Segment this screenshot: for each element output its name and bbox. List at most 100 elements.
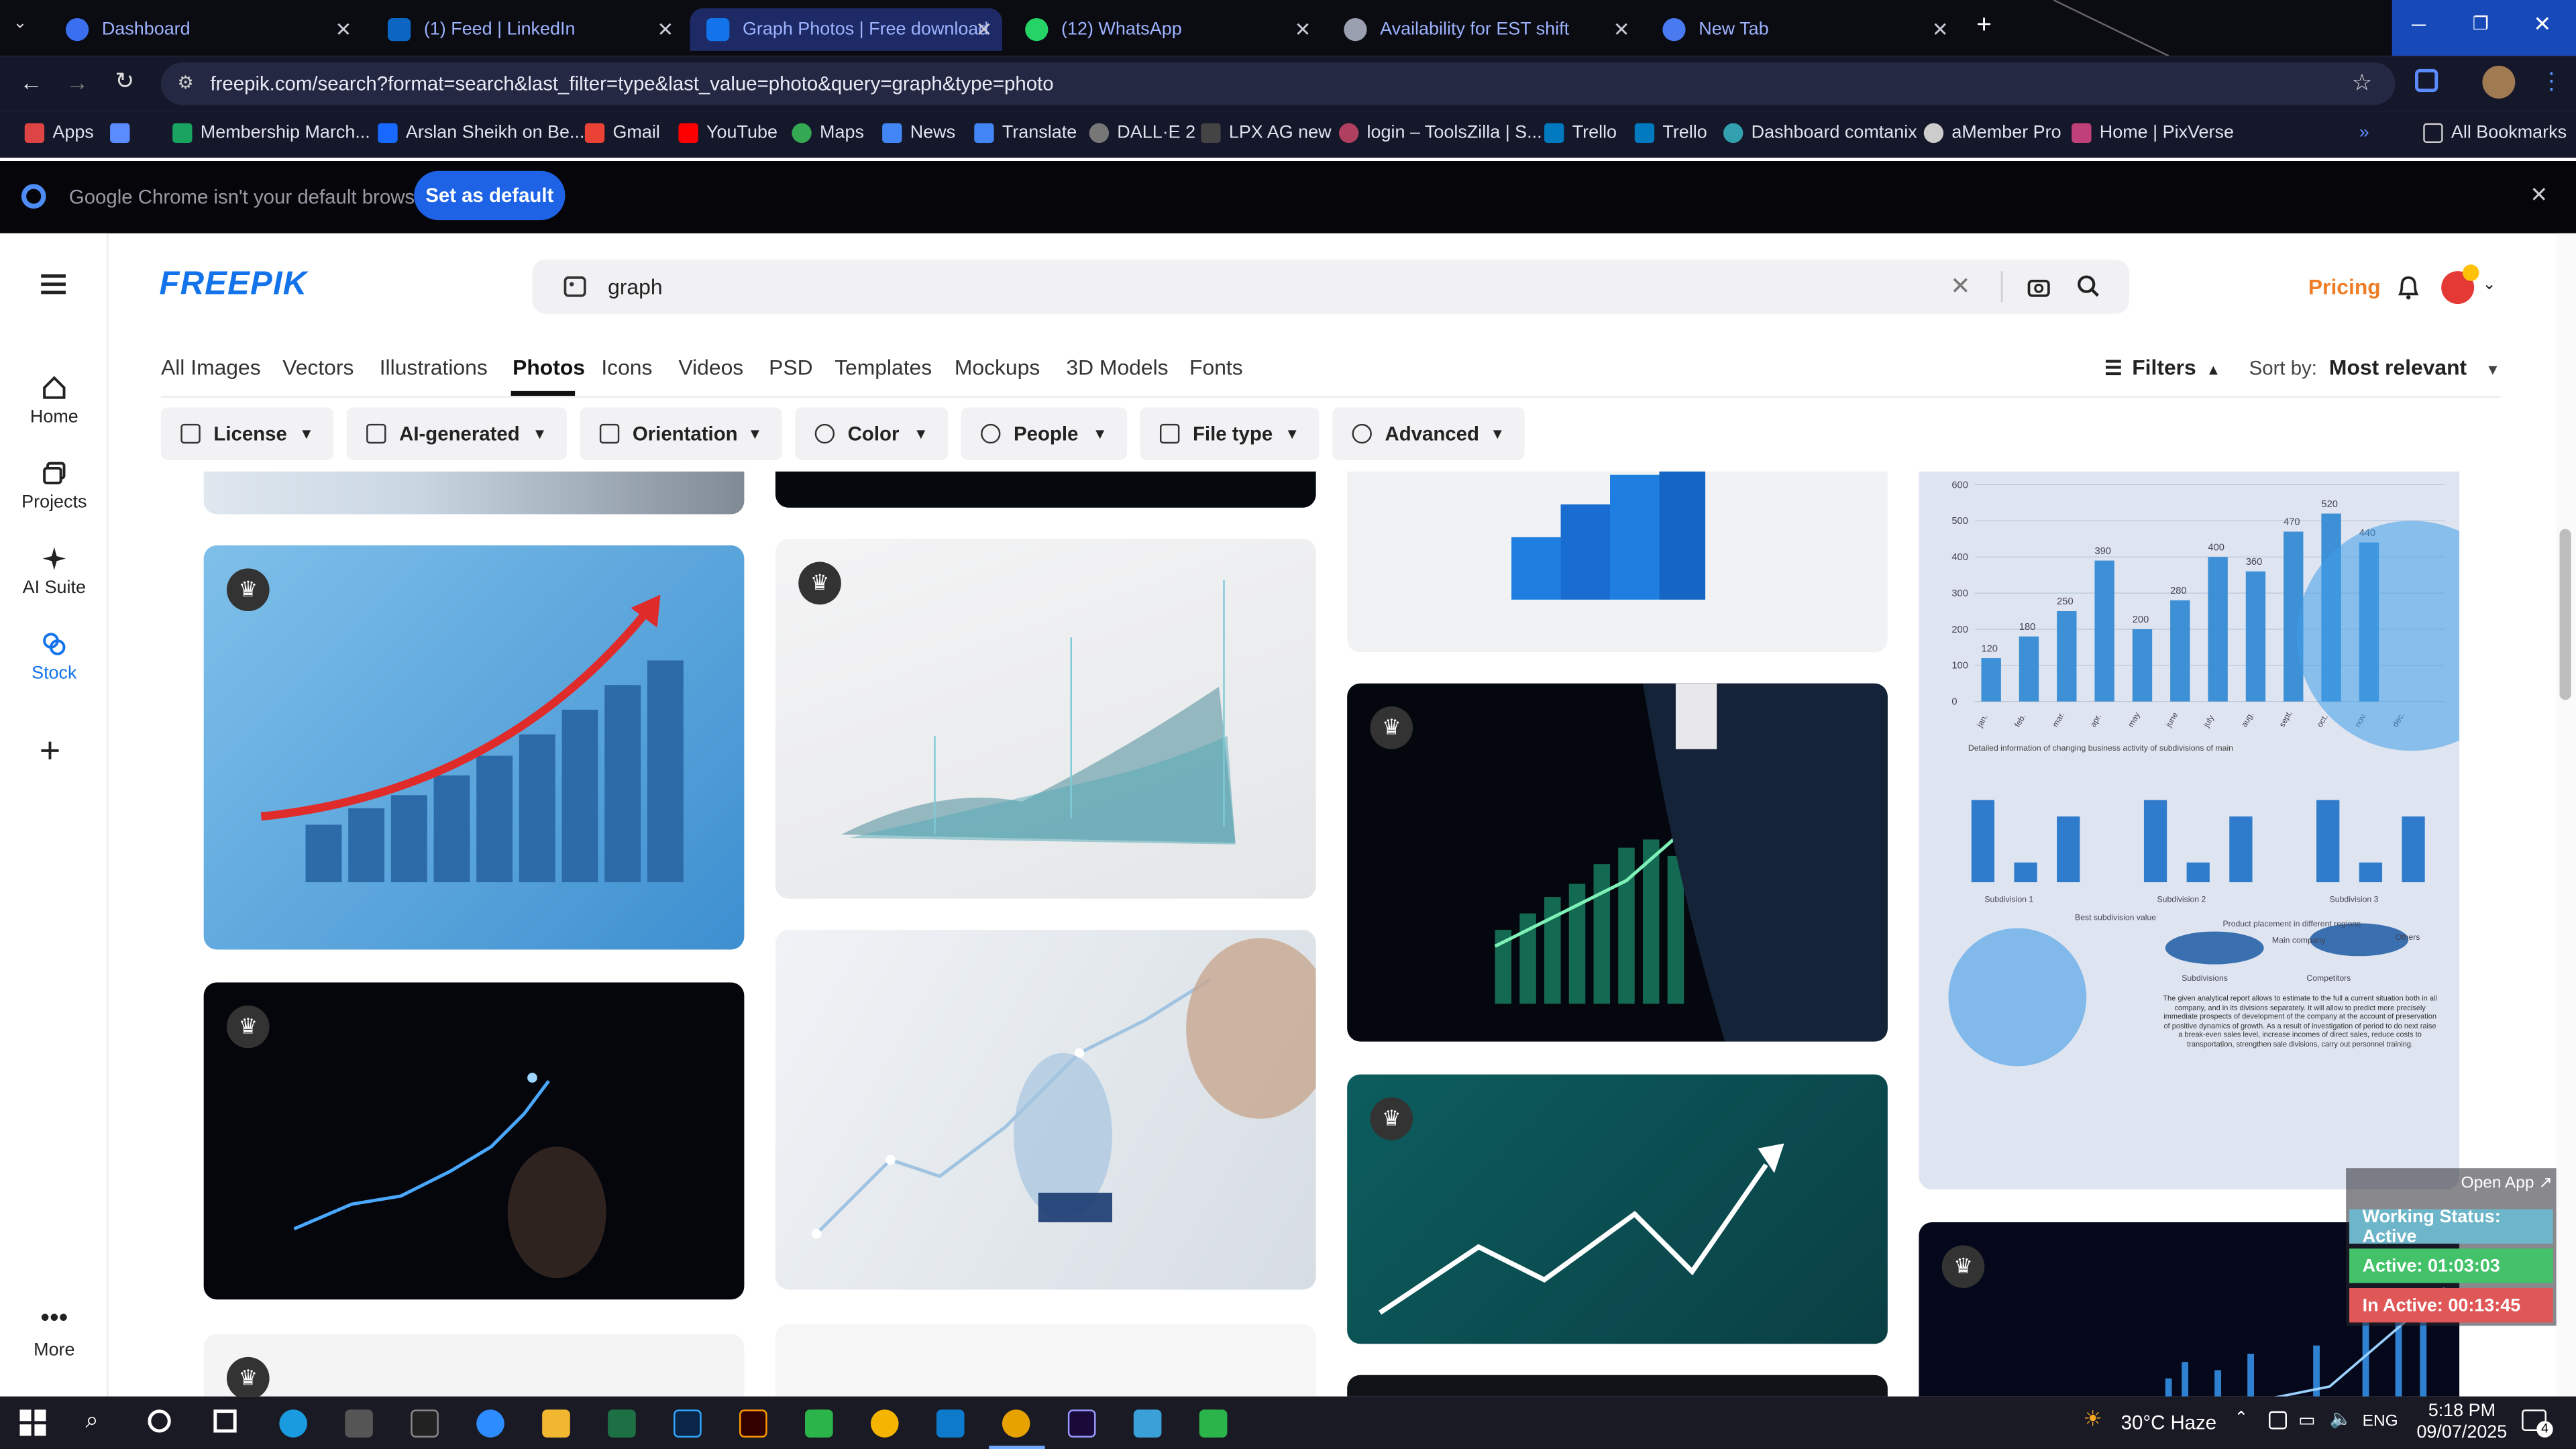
terminal-icon[interactable]	[411, 1409, 439, 1438]
search-bar[interactable]: graph ✕	[532, 259, 2129, 314]
filter-file-type[interactable]: File type ▼	[1140, 407, 1320, 460]
tray-chevron-up-icon[interactable]: ⌃	[2235, 1409, 2249, 1428]
close-tab-icon[interactable]: ✕	[657, 18, 674, 41]
language-indicator[interactable]: ENG	[2363, 1413, 2398, 1431]
network-icon[interactable]: ▭	[2298, 1409, 2315, 1431]
bookmark-maps[interactable]: Maps	[792, 123, 864, 144]
bookmark-youtube[interactable]: YouTube	[678, 123, 777, 144]
blue-app-icon[interactable]	[1133, 1409, 1162, 1438]
rail-stock[interactable]: Stock	[0, 631, 109, 684]
image-card-hand-chart[interactable]: ♛	[203, 982, 745, 1300]
bookmark-membership[interactable]: Membership March...	[172, 123, 370, 144]
user-avatar[interactable]	[2441, 264, 2479, 305]
filter-orientation[interactable]: Orientation ▼	[580, 407, 782, 460]
cortana-icon[interactable]	[148, 1409, 171, 1433]
set-as-default-button[interactable]: Set as default	[414, 170, 566, 221]
bookmark-translate[interactable]: Translate	[974, 123, 1077, 144]
rail-ai-suite[interactable]: AI Suite	[0, 545, 109, 598]
new-tab-plus-icon[interactable]: +	[1976, 11, 1992, 41]
reload-icon[interactable]: ↻	[115, 67, 134, 95]
image-card-man-touch-graph[interactable]	[775, 930, 1316, 1290]
illustrator-icon[interactable]	[739, 1409, 767, 1438]
tab-new-tab[interactable]: New Tab ✕	[1646, 8, 1958, 51]
bookmark-star-icon[interactable]: ☆	[2352, 69, 2373, 97]
tab-3d-models[interactable]: 3D Models	[1066, 355, 1168, 380]
tab-dashboard[interactable]: Dashboard ✕	[49, 8, 361, 51]
add-plus-icon[interactable]: +	[40, 729, 60, 772]
weather-text[interactable]: 30°C Haze	[2121, 1411, 2216, 1434]
bookmark-trello-1[interactable]: Trello	[1544, 123, 1617, 144]
clear-search-icon[interactable]: ✕	[1950, 271, 1971, 301]
tab-psd[interactable]: PSD	[769, 355, 812, 380]
bookmark-toolszilla[interactable]: login – ToolsZilla | S...	[1338, 123, 1542, 144]
bookmark-pixverse[interactable]: Home | PixVerse	[2072, 123, 2234, 144]
sort-dropdown[interactable]: Sort by: Most relevant ▼	[2249, 355, 2500, 380]
tab-linkedin[interactable]: (1) Feed | LinkedIn ✕	[371, 8, 683, 51]
hamburger-menu-icon[interactable]	[41, 274, 66, 294]
tab-fonts[interactable]: Fonts	[1189, 355, 1243, 380]
freepik-logo[interactable]: FREEPIK	[160, 266, 308, 304]
image-card-partial-bottom-3[interactable]	[1347, 1375, 1888, 1397]
image-card-businessman-chart[interactable]: ♛	[1347, 683, 1888, 1042]
bookmark-lpx[interactable]: LPX AG new	[1201, 123, 1332, 144]
tab-vectors[interactable]: Vectors	[282, 355, 354, 380]
tab-all-images[interactable]: All Images	[161, 355, 261, 380]
image-card-partial-top[interactable]	[203, 471, 745, 515]
open-app-link[interactable]: Open App ↗	[2461, 1175, 2553, 1193]
excel-icon[interactable]	[608, 1409, 636, 1438]
more-bookmarks-chevron-icon[interactable]: »	[2359, 123, 2369, 143]
zoom-icon[interactable]	[476, 1409, 504, 1438]
image-card-teal-arrow[interactable]: ♛	[1347, 1074, 1888, 1344]
premiere-icon[interactable]	[1067, 1409, 1096, 1438]
extensions-icon[interactable]	[2415, 68, 2438, 93]
tab-mockups[interactable]: Mockups	[955, 355, 1040, 380]
image-type-icon[interactable]	[564, 276, 586, 297]
bookmark-trello-2[interactable]: Trello	[1634, 123, 1707, 144]
close-tab-icon[interactable]: ✕	[1295, 18, 1311, 41]
filter-license[interactable]: License ▼	[161, 407, 334, 460]
windows-start-icon[interactable]	[19, 1409, 46, 1436]
tab-templates[interactable]: Templates	[835, 355, 932, 380]
url-omnibox[interactable]: ⚙ freepik.com/search?format=search&last_…	[161, 62, 2396, 105]
filter-people[interactable]: People ▼	[961, 407, 1128, 460]
close-infobar-icon[interactable]: ✕	[2530, 182, 2548, 209]
close-tab-icon[interactable]: ✕	[1613, 18, 1630, 41]
filter-advanced[interactable]: Advanced ▼	[1332, 407, 1525, 460]
page-scrollbar-thumb[interactable]	[2559, 529, 2571, 700]
close-tab-icon[interactable]: ✕	[335, 18, 352, 41]
close-tab-icon[interactable]: ✕	[1932, 18, 1949, 41]
profile-avatar[interactable]	[2482, 65, 2516, 99]
bookmark-news[interactable]: News	[882, 123, 955, 144]
volume-icon[interactable]: 🔈	[2330, 1408, 2353, 1429]
restore-icon[interactable]: ❐	[2473, 13, 2489, 34]
pen-tool-icon[interactable]	[345, 1409, 373, 1438]
tab-availability[interactable]: Availability for EST shift ✕	[1328, 8, 1640, 51]
image-card-partial-bottom-2[interactable]	[775, 1324, 1316, 1397]
close-window-icon[interactable]: ✕	[2533, 11, 2551, 38]
camera-search-icon[interactable]	[2027, 276, 2050, 297]
forward-arrow-icon[interactable]: →	[66, 69, 89, 95]
chrome-menu-icon[interactable]: ⋮	[2540, 67, 2563, 95]
green-app-icon[interactable]	[805, 1409, 833, 1438]
task-view-icon[interactable]	[213, 1409, 237, 1433]
system-clock[interactable]: 5:18 PM 09/07/2025	[2416, 1401, 2507, 1444]
image-card-3d-waves[interactable]: ♛	[775, 539, 1316, 899]
tab-illustrations[interactable]: Illustrations	[380, 355, 488, 380]
image-card-bar-arrow[interactable]: ♛	[203, 545, 745, 950]
tray-camera-icon[interactable]	[2269, 1411, 2287, 1430]
filter-ai-generated[interactable]: AI-generated ▼	[346, 407, 567, 460]
bookmark-gmail[interactable]: Gmail	[584, 123, 660, 144]
notification-bell-icon[interactable]	[2397, 274, 2420, 301]
image-card-partial-bottom[interactable]: ♛	[203, 1334, 745, 1397]
image-card-partial-top-dark[interactable]	[775, 471, 1316, 508]
rail-projects[interactable]: Projects	[0, 460, 109, 513]
filters-toggle[interactable]: ☰ Filters ▲	[2104, 355, 2220, 380]
tab-groups-icon[interactable]	[110, 123, 138, 144]
pricing-link[interactable]: Pricing	[2308, 274, 2381, 299]
bookmark-comtanix[interactable]: Dashboard comtanix	[1723, 123, 1917, 144]
tab-search-chevron-icon[interactable]: ⌄	[13, 15, 28, 33]
tab-photos[interactable]: Photos	[513, 355, 585, 380]
search-icon[interactable]	[2077, 274, 2100, 297]
close-tab-icon[interactable]: ✕	[976, 18, 993, 41]
filter-color[interactable]: Color ▼	[795, 407, 949, 460]
